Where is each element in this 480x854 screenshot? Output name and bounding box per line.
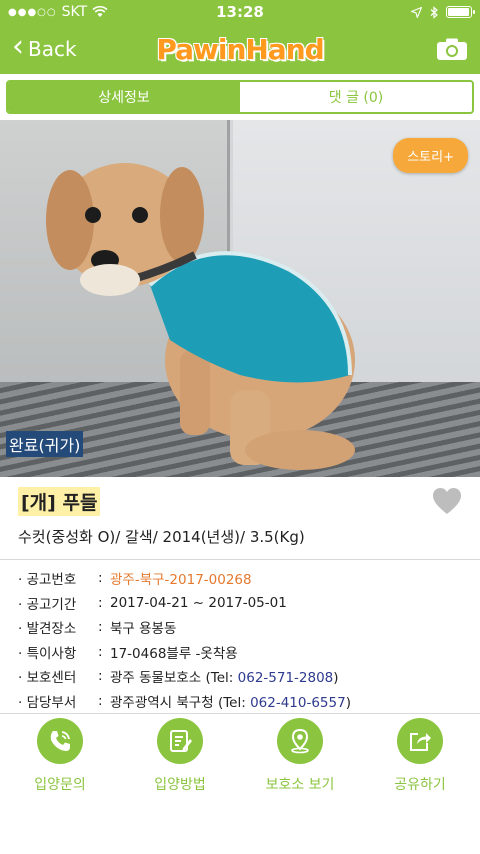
adoption-method-button[interactable]: 입양방법 [120,718,240,808]
detail-value: 17-0468블루 -옷착용 [110,645,238,662]
detail-row-found-location: · 발견장소 : 북구 용봉동 [18,615,480,640]
tabs-container: 상세정보 댓 글 (0) [0,74,480,120]
detail-label: · 공고번호 [18,572,77,589]
detail-value: 광주-북구-2017-00268 [110,572,252,589]
tab-comments[interactable]: 댓 글 (0) [240,82,472,112]
detail-value: 2017-04-21 ~ 2017-05-01 [110,594,287,611]
detail-row-shelter: · 보호센터 : 광주 동물보호소 (Tel: 062-571-2808) [18,664,480,689]
detail-separator: : [98,692,103,709]
detail-label: · 발견장소 [18,621,77,638]
status-bar: ●●●○○ SKT 13:28 [0,0,480,24]
tab-details[interactable]: 상세정보 [8,82,240,112]
battery-fill [448,8,469,16]
adoption-inquiry-button[interactable]: 입양문의 [0,718,120,808]
action-label: 입양문의 [34,777,86,793]
detail-list: · 공고번호 : 광주-북구-2017-00268 · 공고기간 : 2017-… [0,566,480,713]
battery-icon [446,6,475,18]
detail-row-department: · 담당부서 : 광주광역시 북구청 (Tel: 062-410-6557) [18,689,480,714]
tab-bar: 상세정보 댓 글 (0) [6,80,474,114]
detail-separator: : [98,668,103,685]
detail-separator: : [98,619,103,636]
action-label: 입양방법 [154,777,206,793]
story-button[interactable]: 스토리+ [393,138,468,173]
detail-row-special-notes: · 특이사항 : 17-0468블루 -옷착용 [18,640,480,665]
animal-info-header: [개] 푸들 수컷(중성화 O)/ 갈색/ 2014(년생)/ 3.5(Kg) [0,477,480,547]
detail-separator: : [98,643,103,660]
phone-icon [37,718,83,764]
detail-value: 북구 용봉동 [110,621,177,638]
detail-separator: : [98,594,103,611]
dog-illustration [46,163,355,470]
detail-row-notice-period: · 공고기간 : 2017-04-21 ~ 2017-05-01 [18,591,480,616]
camera-icon[interactable] [436,37,468,61]
detail-value: 광주광역시 북구청 (Tel: 062-410-6557) [110,694,351,711]
back-button[interactable]: ‹ Back [12,32,77,62]
detail-separator: : [98,570,103,587]
action-label: 보호소 보기 [265,777,335,793]
detail-row-notice-number: · 공고번호 : 광주-북구-2017-00268 [18,566,480,591]
detail-label: · 담당부서 [18,694,77,711]
department-phone-link[interactable]: 062-410-6557 [250,695,346,711]
animal-subtitle: 수컷(중성화 O)/ 갈색/ 2014(년생)/ 3.5(Kg) [18,528,305,546]
share-icon [397,718,443,764]
detail-value: 광주 동물보호소 (Tel: 062-571-2808) [110,670,339,687]
bottom-divider [0,713,480,714]
animal-title: [개] 푸들 [18,487,101,516]
animal-photo: 스토리+ 완료(귀가) [0,120,480,477]
adoption-status-label: 완료(귀가) [6,431,84,457]
status-time: 13:28 [216,3,264,21]
nav-bar: ‹ Back PawinHand [0,24,480,74]
notepad-icon [157,718,203,764]
share-button[interactable]: 공유하기 [360,718,480,808]
chevron-left-icon: ‹ [12,29,24,64]
back-label: Back [28,37,77,61]
heart-icon[interactable] [432,487,462,515]
view-shelter-button[interactable]: 보호소 보기 [240,718,360,808]
map-pin-icon [277,718,323,764]
section-divider [0,559,480,560]
detail-label: · 보호센터 [18,670,77,687]
detail-label: · 공고기간 [18,596,77,613]
detail-label: · 특이사항 [18,645,77,662]
action-label: 공유하기 [394,777,446,793]
action-bar: 입양문의 입양방법 보호소 보기 공유하기 [0,718,480,808]
shelter-phone-link[interactable]: 062-571-2808 [238,670,334,686]
